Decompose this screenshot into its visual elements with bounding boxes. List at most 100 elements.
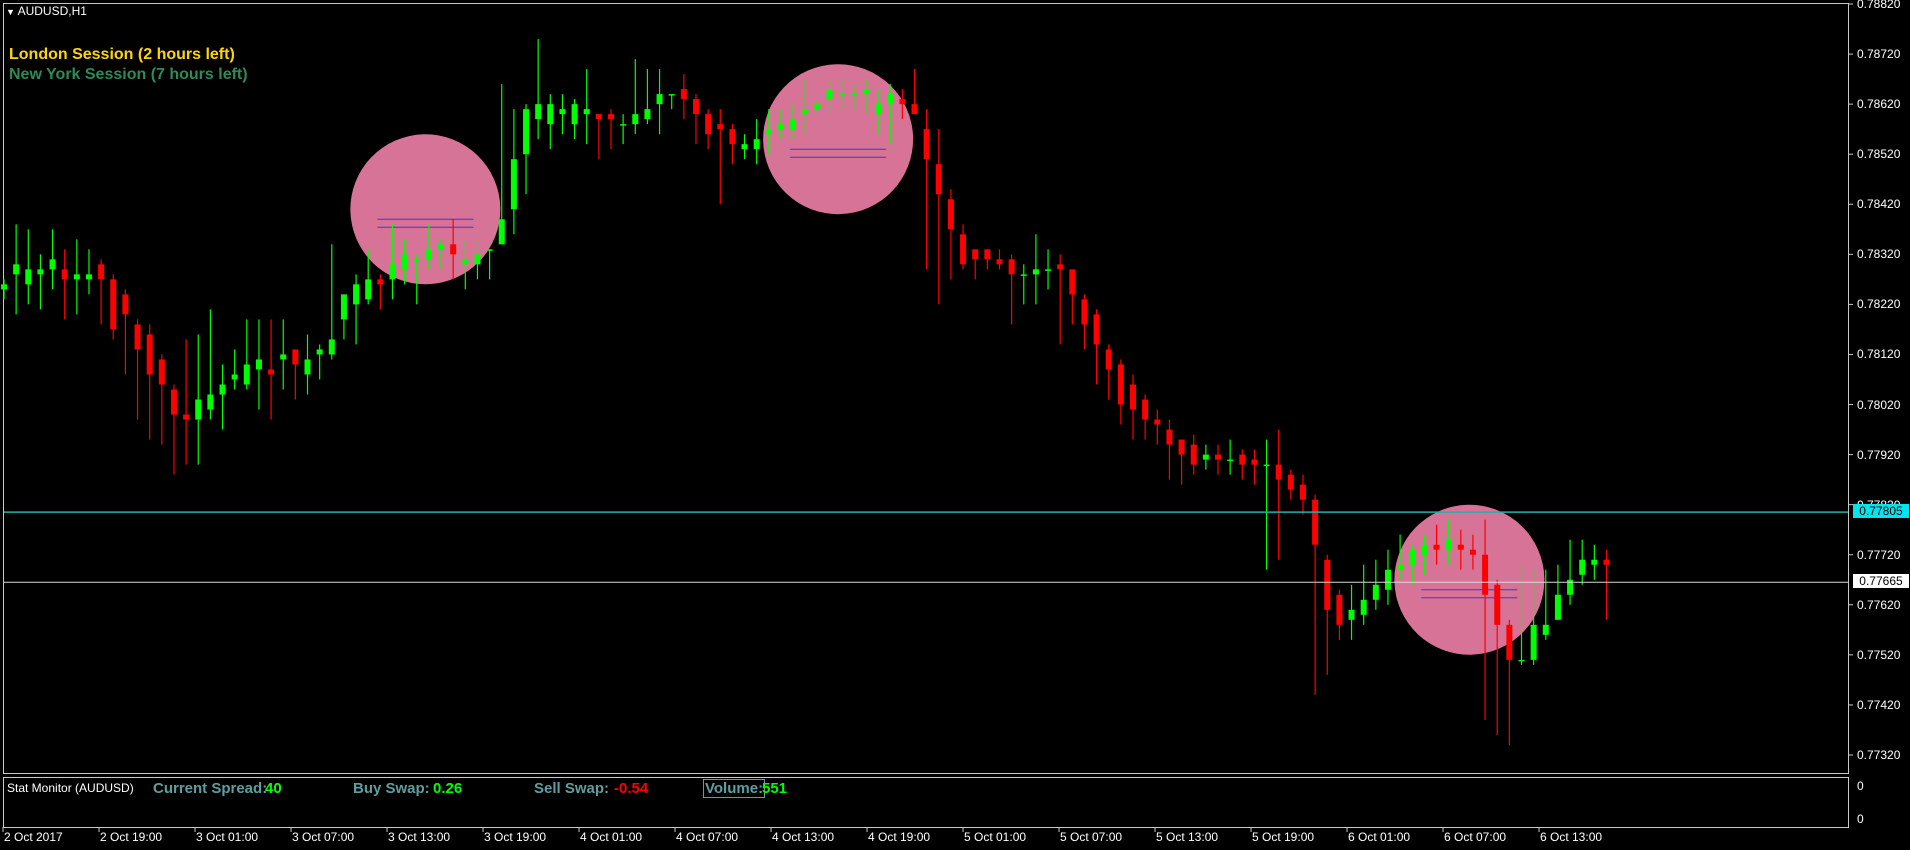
candle-body xyxy=(753,139,760,150)
candle-body xyxy=(110,279,117,330)
candle-body xyxy=(377,279,384,285)
price-label: 0.78720 xyxy=(1857,47,1901,62)
candle-body xyxy=(741,144,748,150)
price-chart[interactable] xyxy=(0,0,1910,850)
candle-body xyxy=(826,89,833,100)
candle-body xyxy=(1457,544,1464,550)
candle-body xyxy=(1166,429,1173,445)
candle-body xyxy=(1008,259,1015,275)
candle-body xyxy=(353,284,360,305)
candle-body xyxy=(207,394,214,410)
price-label: 0.78420 xyxy=(1857,197,1901,212)
candle-body xyxy=(73,274,80,280)
highlight-ellipse xyxy=(1394,504,1545,655)
candle-body xyxy=(656,94,663,105)
candle-body xyxy=(1117,364,1124,405)
chart-title[interactable]: ▼ AUDUSD,H1 xyxy=(6,4,87,18)
candle-body xyxy=(195,399,202,420)
candle-body xyxy=(1494,584,1501,625)
candle-body xyxy=(717,124,724,130)
candle-body xyxy=(268,369,275,375)
time-label: 4 Oct 01:00 xyxy=(580,830,643,844)
price-label: 0.77320 xyxy=(1857,748,1901,762)
candle-body xyxy=(1275,464,1282,480)
candle-body xyxy=(729,129,736,145)
price-label: 0.77920 xyxy=(1857,447,1901,462)
time-label: 4 Oct 19:00 xyxy=(868,830,931,844)
candle-body xyxy=(1215,454,1221,460)
candle-body xyxy=(486,249,493,251)
candle-body xyxy=(1530,624,1537,660)
candle-body xyxy=(438,244,445,250)
candle-body xyxy=(1069,269,1076,295)
candle-body xyxy=(692,99,699,115)
candle-body xyxy=(1239,454,1246,465)
highlight-ellipse xyxy=(350,134,501,285)
candle-body xyxy=(862,89,869,95)
indicator-axis-label: 0 xyxy=(1857,812,1864,826)
candle-body xyxy=(850,94,857,96)
candle-body xyxy=(255,359,262,370)
candle-body xyxy=(316,349,323,355)
candle-body xyxy=(122,294,129,315)
current-price-tag: 0.77805 xyxy=(1853,504,1909,518)
time-label: 3 Oct 19:00 xyxy=(484,830,547,844)
candle-body xyxy=(13,264,20,275)
candle-body xyxy=(158,359,165,385)
candle-body xyxy=(1372,584,1379,600)
candle-body xyxy=(401,254,408,270)
dropdown-triangle-icon[interactable]: ▼ xyxy=(6,7,15,17)
buy-swap-value: 0.26 xyxy=(433,780,463,797)
candle-body xyxy=(802,109,809,115)
candle-body xyxy=(935,164,942,195)
time-label: 3 Oct 01:00 xyxy=(196,830,259,844)
candle-body xyxy=(1409,549,1416,565)
candle-body xyxy=(1469,549,1476,555)
time-label: 2 Oct 2017 xyxy=(4,830,63,844)
candle-body xyxy=(292,349,299,365)
candle-body xyxy=(1287,474,1294,490)
time-label: 5 Oct 19:00 xyxy=(1252,830,1315,844)
candle-body xyxy=(1603,559,1610,565)
candle-body xyxy=(620,124,627,126)
candle-body xyxy=(231,374,238,380)
candle-body xyxy=(1591,559,1598,565)
candle-body xyxy=(1105,349,1112,370)
candle-body xyxy=(1433,544,1440,550)
candle-body xyxy=(37,269,44,275)
candle-body xyxy=(1202,454,1209,460)
highlight-ellipse xyxy=(763,64,914,215)
candle-body xyxy=(571,104,578,125)
candle-body xyxy=(644,109,651,120)
price-label: 0.78820 xyxy=(1857,0,1901,11)
candle-body xyxy=(923,129,930,160)
candle-body xyxy=(1348,609,1355,620)
candle-body xyxy=(1360,599,1367,615)
newyork-session-label: New York Session (7 hours left) xyxy=(9,66,248,83)
chart-frame xyxy=(3,3,1849,774)
candle-body xyxy=(328,339,335,355)
candle-body xyxy=(1227,459,1234,462)
candle-body xyxy=(814,104,821,110)
price-label: 0.77620 xyxy=(1857,597,1901,612)
time-label: 5 Oct 07:00 xyxy=(1060,830,1123,844)
candle-body xyxy=(1421,544,1428,555)
candle-body xyxy=(1057,264,1064,270)
candle-body xyxy=(1190,444,1197,465)
candle-body xyxy=(1142,399,1149,420)
stat-monitor-title: Stat Monitor (AUDUSD) xyxy=(7,781,134,795)
time-label: 5 Oct 13:00 xyxy=(1156,830,1219,844)
time-label: 5 Oct 01:00 xyxy=(964,830,1027,844)
time-label: 6 Oct 07:00 xyxy=(1444,830,1507,844)
candle-body xyxy=(984,249,991,260)
spread-value: 40 xyxy=(265,780,282,797)
candle-body xyxy=(1,284,7,290)
candle-body xyxy=(413,259,420,261)
candle-body xyxy=(474,254,481,265)
price-label: 0.78220 xyxy=(1857,297,1901,312)
price-label: 0.77520 xyxy=(1857,647,1901,662)
candle-body xyxy=(1081,299,1088,325)
candle-body xyxy=(1312,499,1319,545)
candle-body xyxy=(1579,559,1586,575)
candle-body xyxy=(219,384,226,395)
